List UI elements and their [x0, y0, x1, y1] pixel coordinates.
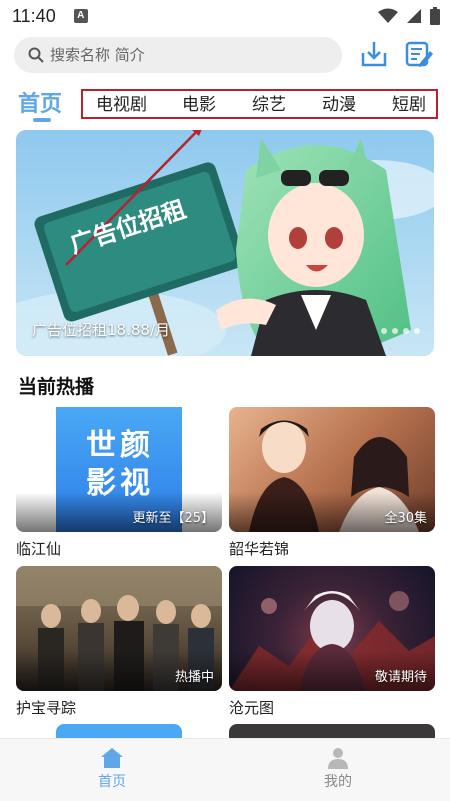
banner-caption: 广告位招租18.88/月	[32, 321, 170, 339]
nav-home[interactable]: 首页	[72, 747, 152, 791]
tab-movies[interactable]: 电影	[182, 90, 216, 115]
video-thumbnail[interactable]: 世颜影视 更新至【25】	[16, 407, 222, 532]
wifi-icon	[378, 8, 398, 23]
nav-profile[interactable]: 我的	[298, 747, 378, 791]
battery-icon	[430, 7, 440, 25]
video-thumbnail[interactable]: 热播中	[16, 566, 222, 691]
video-card[interactable]: 热播中 护宝寻踪	[16, 566, 222, 718]
pagination-dot	[403, 328, 409, 334]
home-icon	[101, 748, 123, 768]
pagination-dot	[414, 328, 420, 334]
episode-badge: 全30集	[384, 511, 427, 526]
tab-active-indicator	[33, 118, 51, 122]
video-title[interactable]: 韶华若锦	[229, 538, 435, 559]
notification-icon: A	[73, 9, 88, 23]
category-tabs: 首页 电视剧 电影 综艺 动漫 短剧	[0, 82, 450, 122]
video-card[interactable]: 全30集 韶华若锦	[229, 407, 435, 559]
status-badge: 敬请期待	[374, 670, 427, 685]
ad-banner[interactable]: 广告位招租 广告位招租18.88/月	[16, 130, 434, 356]
tab-variety[interactable]: 综艺	[252, 90, 286, 115]
user-icon	[328, 748, 348, 769]
section-title-now-playing: 当前热播	[18, 376, 95, 398]
pagination-dot	[381, 328, 387, 334]
video-title[interactable]: 临江仙	[16, 538, 222, 559]
video-thumbnail[interactable]: 全30集	[229, 407, 435, 532]
pagination-dot	[392, 328, 398, 334]
status-badge: 热播中	[174, 670, 214, 685]
history-notes-icon[interactable]	[404, 39, 434, 69]
tab-anime[interactable]: 动漫	[322, 90, 356, 115]
nav-profile-label: 我的	[324, 774, 352, 790]
video-title[interactable]: 护宝寻踪	[16, 697, 222, 718]
search-icon	[28, 47, 44, 63]
episode-badge: 更新至【25】	[132, 511, 214, 526]
video-thumbnail[interactable]: 敬请期待	[229, 566, 435, 691]
banner-pagination	[381, 328, 420, 334]
video-title[interactable]: 沧元图	[229, 697, 435, 718]
signal-icon	[407, 9, 421, 23]
search-box[interactable]	[14, 37, 342, 73]
search-input[interactable]	[50, 46, 320, 64]
video-card[interactable]: 世颜影视 更新至【25】 临江仙	[16, 407, 222, 559]
bottom-nav: 首页 我的	[0, 738, 450, 801]
search-row	[14, 37, 436, 73]
tab-home[interactable]: 首页	[18, 86, 62, 118]
nav-home-label: 首页	[98, 774, 126, 790]
tab-tv-series[interactable]: 电视剧	[96, 90, 147, 115]
download-icon[interactable]	[359, 39, 389, 69]
video-card[interactable]: 敬请期待 沧元图	[229, 566, 435, 718]
tab-short-drama[interactable]: 短剧	[392, 90, 426, 115]
status-bar: 11:40 A	[0, 0, 450, 32]
status-time: 11:40	[12, 5, 56, 26]
